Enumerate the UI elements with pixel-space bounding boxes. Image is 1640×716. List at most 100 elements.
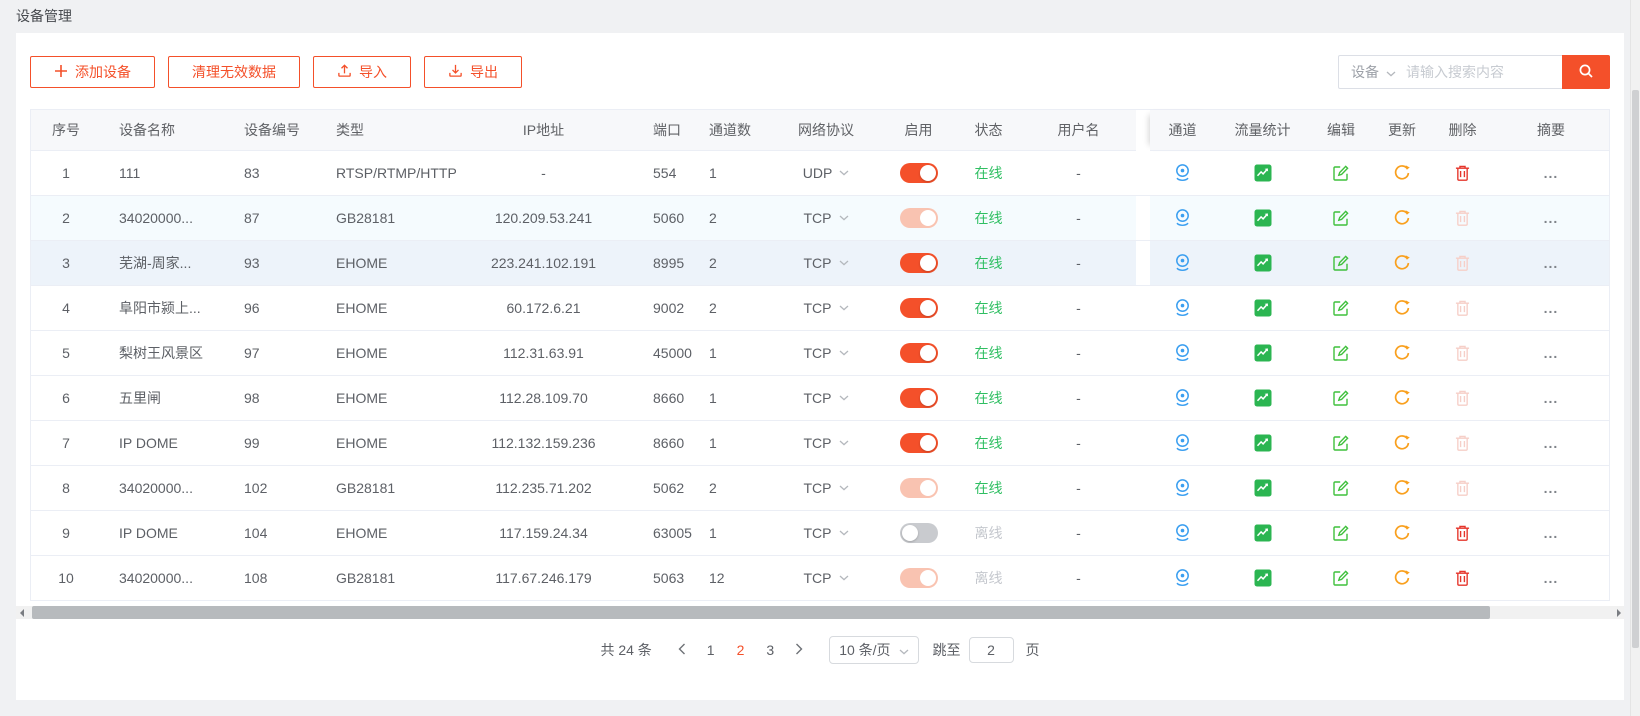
webcam-icon[interactable] — [1173, 208, 1192, 227]
channel-action[interactable] — [1150, 510, 1215, 555]
edit-action[interactable] — [1310, 510, 1372, 555]
refresh-icon[interactable] — [1393, 209, 1411, 227]
traffic-stats-action[interactable] — [1215, 195, 1310, 240]
edit-action[interactable] — [1310, 375, 1372, 420]
summary-action[interactable]: ... — [1493, 285, 1609, 330]
ellipsis-icon[interactable]: ... — [1544, 435, 1559, 451]
refresh-icon[interactable] — [1393, 164, 1411, 182]
summary-action[interactable]: ... — [1493, 555, 1609, 600]
summary-action[interactable]: ... — [1493, 375, 1609, 420]
protocol-dropdown[interactable]: TCP — [771, 195, 881, 240]
vertical-scrollbar-thumb[interactable] — [1632, 90, 1639, 648]
ellipsis-icon[interactable]: ... — [1544, 255, 1559, 271]
refresh-icon[interactable] — [1393, 254, 1411, 272]
channel-action[interactable] — [1150, 240, 1215, 285]
update-action[interactable] — [1372, 195, 1432, 240]
refresh-icon[interactable] — [1393, 479, 1411, 497]
edit-pen-icon[interactable] — [1332, 344, 1350, 362]
protocol-dropdown[interactable]: UDP — [771, 150, 881, 195]
protocol-dropdown[interactable]: TCP — [771, 375, 881, 420]
edit-action[interactable] — [1310, 555, 1372, 600]
update-action[interactable] — [1372, 330, 1432, 375]
update-action[interactable] — [1372, 420, 1432, 465]
summary-action[interactable]: ... — [1493, 240, 1609, 285]
edit-pen-icon[interactable] — [1332, 209, 1350, 227]
edit-pen-icon[interactable] — [1332, 299, 1350, 317]
refresh-icon[interactable] — [1393, 434, 1411, 452]
enable-toggle-switch[interactable] — [900, 523, 938, 543]
delete-action[interactable] — [1432, 150, 1493, 195]
horizontal-scrollbar-thumb[interactable] — [32, 606, 1490, 619]
trend-chart-icon[interactable] — [1254, 479, 1272, 497]
edit-pen-icon[interactable] — [1332, 434, 1350, 452]
edit-pen-icon[interactable] — [1332, 479, 1350, 497]
refresh-icon[interactable] — [1393, 344, 1411, 362]
edit-pen-icon[interactable] — [1332, 254, 1350, 272]
summary-action[interactable]: ... — [1493, 510, 1609, 555]
trend-chart-icon[interactable] — [1254, 389, 1272, 407]
enable-toggle-switch[interactable] — [900, 478, 938, 498]
webcam-icon[interactable] — [1173, 163, 1192, 182]
edit-action[interactable] — [1310, 330, 1372, 375]
clean-invalid-data-button[interactable]: 清理无效数据 — [168, 56, 300, 88]
search-input[interactable]: 请输入搜索内容 — [1406, 62, 1562, 82]
add-device-button[interactable]: 添加设备 — [30, 56, 155, 88]
enable-toggle[interactable] — [881, 195, 956, 240]
prev-page-button[interactable] — [668, 642, 696, 658]
protocol-dropdown[interactable]: TCP — [771, 465, 881, 510]
protocol-dropdown[interactable]: TCP — [771, 555, 881, 600]
search-button[interactable] — [1562, 55, 1610, 89]
ellipsis-icon[interactable]: ... — [1544, 480, 1559, 496]
trend-chart-icon[interactable] — [1254, 254, 1272, 272]
channel-action[interactable] — [1150, 420, 1215, 465]
protocol-dropdown[interactable]: TCP — [771, 285, 881, 330]
trend-chart-icon[interactable] — [1254, 209, 1272, 227]
trash-icon[interactable] — [1454, 524, 1471, 542]
protocol-dropdown[interactable]: TCP — [771, 240, 881, 285]
traffic-stats-action[interactable] — [1215, 375, 1310, 420]
channel-action[interactable] — [1150, 150, 1215, 195]
update-action[interactable] — [1372, 285, 1432, 330]
trend-chart-icon[interactable] — [1254, 434, 1272, 452]
trend-chart-icon[interactable] — [1254, 569, 1272, 587]
delete-action[interactable] — [1432, 555, 1493, 600]
traffic-stats-action[interactable] — [1215, 150, 1310, 195]
summary-action[interactable]: ... — [1493, 195, 1609, 240]
edit-action[interactable] — [1310, 150, 1372, 195]
page-number-1[interactable]: 1 — [696, 642, 726, 658]
webcam-icon[interactable] — [1173, 253, 1192, 272]
page-size-select[interactable]: 10 条/页 — [829, 636, 918, 664]
update-action[interactable] — [1372, 555, 1432, 600]
protocol-dropdown[interactable]: TCP — [771, 420, 881, 465]
search-category-dropdown[interactable]: 设备 — [1339, 62, 1406, 82]
channel-action[interactable] — [1150, 465, 1215, 510]
next-page-button[interactable] — [785, 642, 813, 658]
traffic-stats-action[interactable] — [1215, 510, 1310, 555]
enable-toggle-switch[interactable] — [900, 433, 938, 453]
trend-chart-icon[interactable] — [1254, 164, 1272, 182]
summary-action[interactable]: ... — [1493, 420, 1609, 465]
refresh-icon[interactable] — [1393, 299, 1411, 317]
webcam-icon[interactable] — [1173, 388, 1192, 407]
enable-toggle-switch[interactable] — [900, 163, 938, 183]
enable-toggle[interactable] — [881, 330, 956, 375]
enable-toggle[interactable] — [881, 420, 956, 465]
traffic-stats-action[interactable] — [1215, 240, 1310, 285]
traffic-stats-action[interactable] — [1215, 420, 1310, 465]
update-action[interactable] — [1372, 465, 1432, 510]
refresh-icon[interactable] — [1393, 389, 1411, 407]
update-action[interactable] — [1372, 375, 1432, 420]
enable-toggle-switch[interactable] — [900, 388, 938, 408]
channel-action[interactable] — [1150, 285, 1215, 330]
ellipsis-icon[interactable]: ... — [1544, 525, 1559, 541]
page-number-2[interactable]: 2 — [726, 642, 756, 658]
enable-toggle-switch[interactable] — [900, 208, 938, 228]
import-button[interactable]: 导入 — [313, 56, 411, 88]
update-action[interactable] — [1372, 240, 1432, 285]
enable-toggle-switch[interactable] — [900, 343, 938, 363]
ellipsis-icon[interactable]: ... — [1544, 570, 1559, 586]
edit-action[interactable] — [1310, 240, 1372, 285]
enable-toggle[interactable] — [881, 465, 956, 510]
edit-pen-icon[interactable] — [1332, 569, 1350, 587]
ellipsis-icon[interactable]: ... — [1544, 345, 1559, 361]
